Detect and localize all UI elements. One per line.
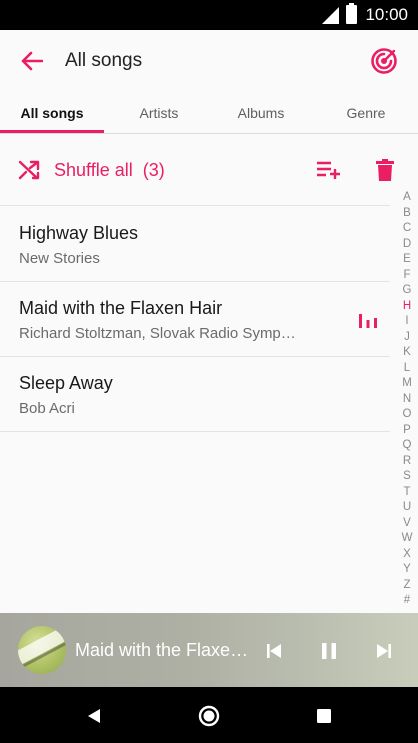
alphabet-index-letter[interactable]: U	[396, 500, 418, 516]
song-row[interactable]: Highway Blues New Stories	[0, 207, 390, 282]
now-playing-bar[interactable]: Maid with the Flaxen Hair	[0, 613, 418, 687]
alphabet-index-letter[interactable]: Y	[396, 562, 418, 578]
song-title: Sleep Away	[19, 373, 113, 393]
tab-genre[interactable]: Genre	[318, 92, 414, 134]
song-title: Maid with the Flaxen Hair	[19, 298, 223, 318]
battery-icon	[346, 3, 357, 24]
alphabet-index-letter[interactable]: R	[396, 454, 418, 470]
podcast-button[interactable]	[366, 44, 402, 78]
equalizer-icon	[359, 314, 377, 328]
status-time: 10:00	[365, 5, 408, 24]
alphabet-index-letter[interactable]: X	[396, 547, 418, 563]
alphabet-index-letter[interactable]: O	[396, 407, 418, 423]
tab-albums[interactable]: Albums	[206, 92, 316, 134]
alphabet-index-letter[interactable]: Q	[396, 438, 418, 454]
album-art	[18, 626, 66, 674]
pause-icon	[322, 643, 336, 659]
alphabet-index-letter[interactable]: F	[396, 268, 418, 284]
nav-recents-icon	[317, 709, 331, 723]
add-to-playlist-button[interactable]	[314, 156, 344, 184]
skip-next-icon	[377, 644, 391, 658]
alphabet-index-letter[interactable]: #	[396, 593, 418, 609]
playlist-add-icon	[317, 161, 340, 179]
song-artist: New Stories	[19, 250, 100, 267]
tab-all-songs[interactable]: All songs	[0, 92, 104, 134]
arrow-left-icon	[21, 51, 43, 71]
nav-home-icon	[198, 705, 220, 727]
nav-back-icon	[88, 709, 100, 723]
tab-artists[interactable]: Artists	[104, 92, 214, 134]
alphabet-index-letter[interactable]: P	[396, 423, 418, 439]
podcast-icon	[371, 48, 397, 74]
song-row[interactable]: Sleep Away Bob Acri	[0, 357, 390, 432]
skip-previous-icon	[267, 644, 281, 658]
alphabet-index-letter[interactable]: H	[396, 299, 418, 315]
page-title: All songs	[65, 50, 143, 71]
action-row: Shuffle all (3)	[0, 134, 394, 206]
song-list: Highway Blues New Stories Maid with the …	[0, 207, 390, 432]
signal-icon	[322, 7, 339, 24]
alphabet-index-letter[interactable]: A	[396, 190, 418, 206]
song-count: (3)	[142, 159, 165, 180]
nav-home-button[interactable]	[194, 701, 224, 731]
nav-recents-button[interactable]	[309, 701, 339, 731]
next-button[interactable]	[370, 638, 398, 664]
song-title: Highway Blues	[19, 223, 139, 243]
status-bar: 10:00	[0, 0, 418, 30]
tab-indicator	[0, 130, 104, 133]
alphabet-index-letter[interactable]: Z	[396, 578, 418, 594]
app-bar: All songs	[0, 30, 418, 92]
now-playing-title: Maid with the Flaxen Hair	[75, 640, 251, 660]
song-artist: Bob Acri	[19, 400, 75, 417]
back-button[interactable]	[14, 46, 50, 76]
trash-icon	[376, 159, 394, 181]
alphabet-index-letter[interactable]: L	[396, 361, 418, 377]
alphabet-index-letter[interactable]: N	[396, 392, 418, 408]
delete-button[interactable]	[372, 156, 398, 184]
alphabet-index-letter[interactable]: J	[396, 330, 418, 346]
alphabet-index-letter[interactable]: S	[396, 469, 418, 485]
tab-bar: All songs Artists Albums Genre	[0, 92, 418, 134]
alphabet-index-letter[interactable]: I	[396, 314, 418, 330]
screen: 10:00 All songs All songs Artists Albums…	[0, 0, 418, 743]
nav-back-button[interactable]	[79, 701, 109, 731]
alphabet-index-letter[interactable]: M	[396, 376, 418, 392]
shuffle-all-label: Shuffle all	[54, 159, 133, 180]
alphabet-index-letter[interactable]: T	[396, 485, 418, 501]
alphabet-index-letter[interactable]: D	[396, 237, 418, 253]
alphabet-index-letter[interactable]: E	[396, 252, 418, 268]
alphabet-index-letter[interactable]: G	[396, 283, 418, 299]
alphabet-index-letter[interactable]: B	[396, 206, 418, 222]
pause-button[interactable]	[315, 638, 343, 664]
shuffle-all-button[interactable]: Shuffle all (3)	[18, 156, 165, 184]
alphabet-index-letter[interactable]: K	[396, 345, 418, 361]
alphabet-index-letter[interactable]: C	[396, 221, 418, 237]
previous-button[interactable]	[260, 638, 288, 664]
alphabet-index: A B C D E F G H I J K L M N O P Q R S T U V W X Y Z #	[396, 190, 418, 609]
system-nav-bar	[0, 687, 418, 743]
alphabet-index-letter[interactable]: W	[396, 531, 418, 547]
shuffle-icon	[18, 160, 40, 180]
song-artist: Richard Stoltzman, Slovak Radio Symp…	[19, 325, 296, 342]
song-row[interactable]: Maid with the Flaxen Hair Richard Stoltz…	[0, 282, 390, 357]
alphabet-index-letter[interactable]: V	[396, 516, 418, 532]
